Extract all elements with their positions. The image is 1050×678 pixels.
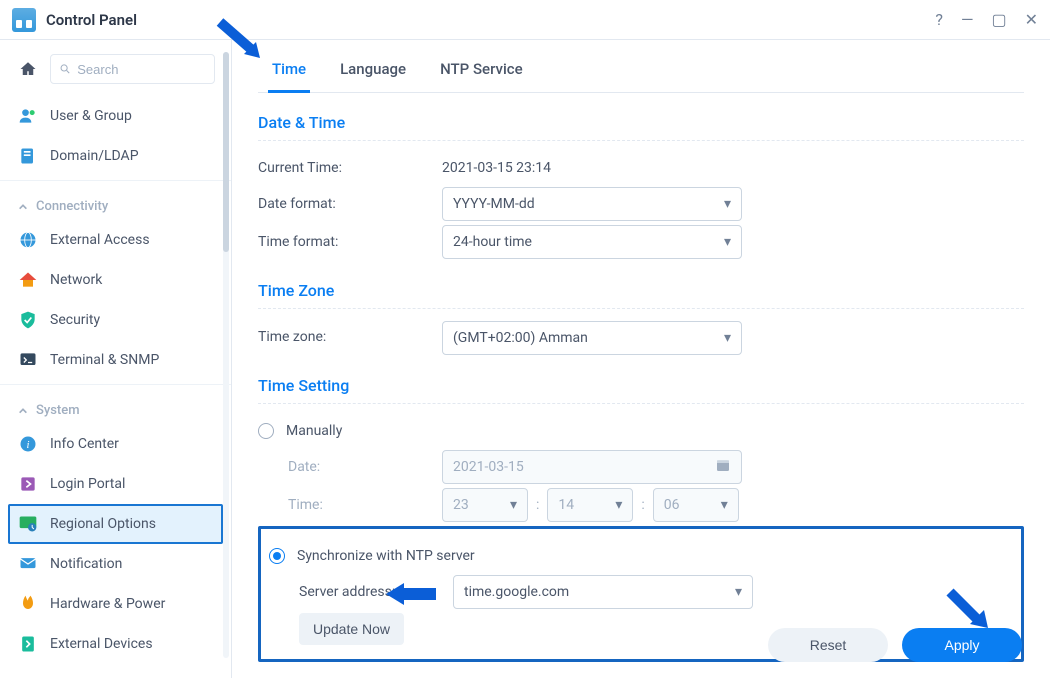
control-panel-icon <box>12 8 36 32</box>
sidebar-item-hardware-power[interactable]: Hardware & Power <box>0 584 231 624</box>
sidebar-item-label: External Devices <box>50 636 153 652</box>
input-date-disabled: 2021-03-15 <box>442 450 742 484</box>
sidebar-item-terminal-snmp[interactable]: Terminal & SNMP <box>0 340 231 380</box>
domain-ldap-icon <box>18 146 38 166</box>
sidebar-item-label: Network <box>50 272 102 288</box>
search-input[interactable] <box>77 62 206 77</box>
section-date-time: Date & Time <box>258 93 1024 141</box>
sidebar-item-label: User & Group <box>50 108 132 124</box>
sidebar-item-security[interactable]: Security <box>0 300 231 340</box>
select-date-format[interactable]: YYYY-MM-dd ▾ <box>442 187 742 221</box>
select-time-format[interactable]: 24-hour time ▾ <box>442 225 742 259</box>
info-icon: i <box>18 434 38 454</box>
time-separator: : <box>641 497 644 513</box>
sidebar-item-label: Terminal & SNMP <box>50 352 159 368</box>
sidebar-item-regional-options[interactable]: Regional Options <box>8 504 223 544</box>
label-time-zone: Time zone: <box>258 329 442 345</box>
sidebar-scrollbar[interactable] <box>223 52 229 658</box>
time-separator: : <box>536 497 539 513</box>
notification-icon <box>18 554 38 574</box>
reset-button[interactable]: Reset <box>768 628 888 662</box>
section-time-zone: Time Zone <box>258 261 1024 309</box>
label-time-format: Time format: <box>258 234 442 250</box>
user-group-icon <box>18 106 38 126</box>
chevron-down-icon: ▾ <box>510 497 517 513</box>
sidebar-item-notification[interactable]: Notification <box>0 544 231 584</box>
chevron-down-icon: ▾ <box>724 330 731 346</box>
select-minute-disabled: 14▾ <box>547 488 633 522</box>
value-current-time: 2021-03-15 23:14 <box>442 160 551 176</box>
label-server-address: Server address: <box>299 584 453 600</box>
sidebar-item-label: Notification <box>50 556 122 572</box>
label-time: Time: <box>258 497 442 513</box>
chevron-up-icon <box>18 202 28 212</box>
home-button[interactable] <box>16 57 40 81</box>
select-time-zone[interactable]: (GMT+02:00) Amman ▾ <box>442 321 742 355</box>
radio-sync-ntp[interactable]: Synchronize with NTP server <box>269 548 475 564</box>
sidebar-item-label: Domain/LDAP <box>50 148 139 164</box>
sidebar-divider <box>0 384 231 385</box>
external-access-icon <box>18 230 38 250</box>
label-date-format: Date format: <box>258 196 442 212</box>
content-pane: Time Language NTP Service Date & Time Cu… <box>232 40 1050 678</box>
sidebar-item-label: Hardware & Power <box>50 596 165 612</box>
label-current-time: Current Time: <box>258 160 442 176</box>
sidebar-item-external-access[interactable]: External Access <box>0 220 231 260</box>
sidebar-item-login-portal[interactable]: Login Portal <box>0 464 231 504</box>
tab-language[interactable]: Language <box>326 52 420 92</box>
sidebar-item-user-group[interactable]: User & Group <box>0 96 231 136</box>
sidebar-item-label: Info Center <box>50 436 119 452</box>
tab-ntp-service[interactable]: NTP Service <box>426 52 537 92</box>
network-icon <box>18 270 38 290</box>
sidebar-item-label: Regional Options <box>50 516 156 532</box>
section-time-setting: Time Setting <box>258 356 1024 404</box>
titlebar: Control Panel ? — ▢ ✕ <box>0 0 1050 40</box>
chevron-down-icon: ▾ <box>721 497 728 513</box>
shield-icon <box>18 310 38 330</box>
sidebar: User & Group Domain/LDAP Connectivity Ex… <box>0 40 232 678</box>
select-server-address[interactable]: time.google.com ▾ <box>453 575 753 609</box>
sidebar-group-system[interactable]: System <box>0 389 231 424</box>
chevron-down-icon: ▾ <box>735 584 742 600</box>
chevron-up-icon <box>18 406 28 416</box>
external-devices-icon <box>18 634 38 654</box>
apply-button[interactable]: Apply <box>902 628 1022 662</box>
maximize-button[interactable]: ▢ <box>991 10 1006 29</box>
calendar-icon <box>715 457 731 477</box>
sidebar-item-external-devices[interactable]: External Devices <box>0 624 231 664</box>
sidebar-item-label: Login Portal <box>50 476 125 492</box>
terminal-icon <box>18 350 38 370</box>
sidebar-item-label: Security <box>50 312 100 328</box>
select-second-disabled: 06▾ <box>653 488 739 522</box>
hardware-power-icon <box>18 594 38 614</box>
window-title: Control Panel <box>46 11 137 29</box>
tabs: Time Language NTP Service <box>258 52 1024 93</box>
sidebar-divider <box>0 180 231 181</box>
search-icon <box>59 62 71 76</box>
sidebar-item-info-center[interactable]: i Info Center <box>0 424 231 464</box>
sidebar-group-connectivity[interactable]: Connectivity <box>0 185 231 220</box>
svg-text:i: i <box>26 439 29 451</box>
radio-icon <box>258 423 274 439</box>
select-hour-disabled: 23▾ <box>442 488 528 522</box>
chevron-down-icon: ▾ <box>724 234 731 250</box>
help-button[interactable]: ? <box>935 10 943 29</box>
login-portal-icon <box>18 474 38 494</box>
close-button[interactable]: ✕ <box>1025 10 1038 29</box>
label-date: Date: <box>258 459 442 475</box>
update-now-button[interactable]: Update Now <box>299 613 404 645</box>
radio-manually[interactable]: Manually <box>258 423 342 439</box>
minimize-button[interactable]: — <box>961 10 974 29</box>
sidebar-item-label: External Access <box>50 232 150 248</box>
sidebar-item-network[interactable]: Network <box>0 260 231 300</box>
chevron-down-icon: ▾ <box>724 196 731 212</box>
search-input-wrap[interactable] <box>50 54 215 84</box>
chevron-down-icon: ▾ <box>615 497 622 513</box>
tab-time[interactable]: Time <box>258 52 320 92</box>
regional-options-icon <box>18 514 38 534</box>
sidebar-item-domain-ldap[interactable]: Domain/LDAP <box>0 136 231 176</box>
radio-icon <box>269 548 285 564</box>
